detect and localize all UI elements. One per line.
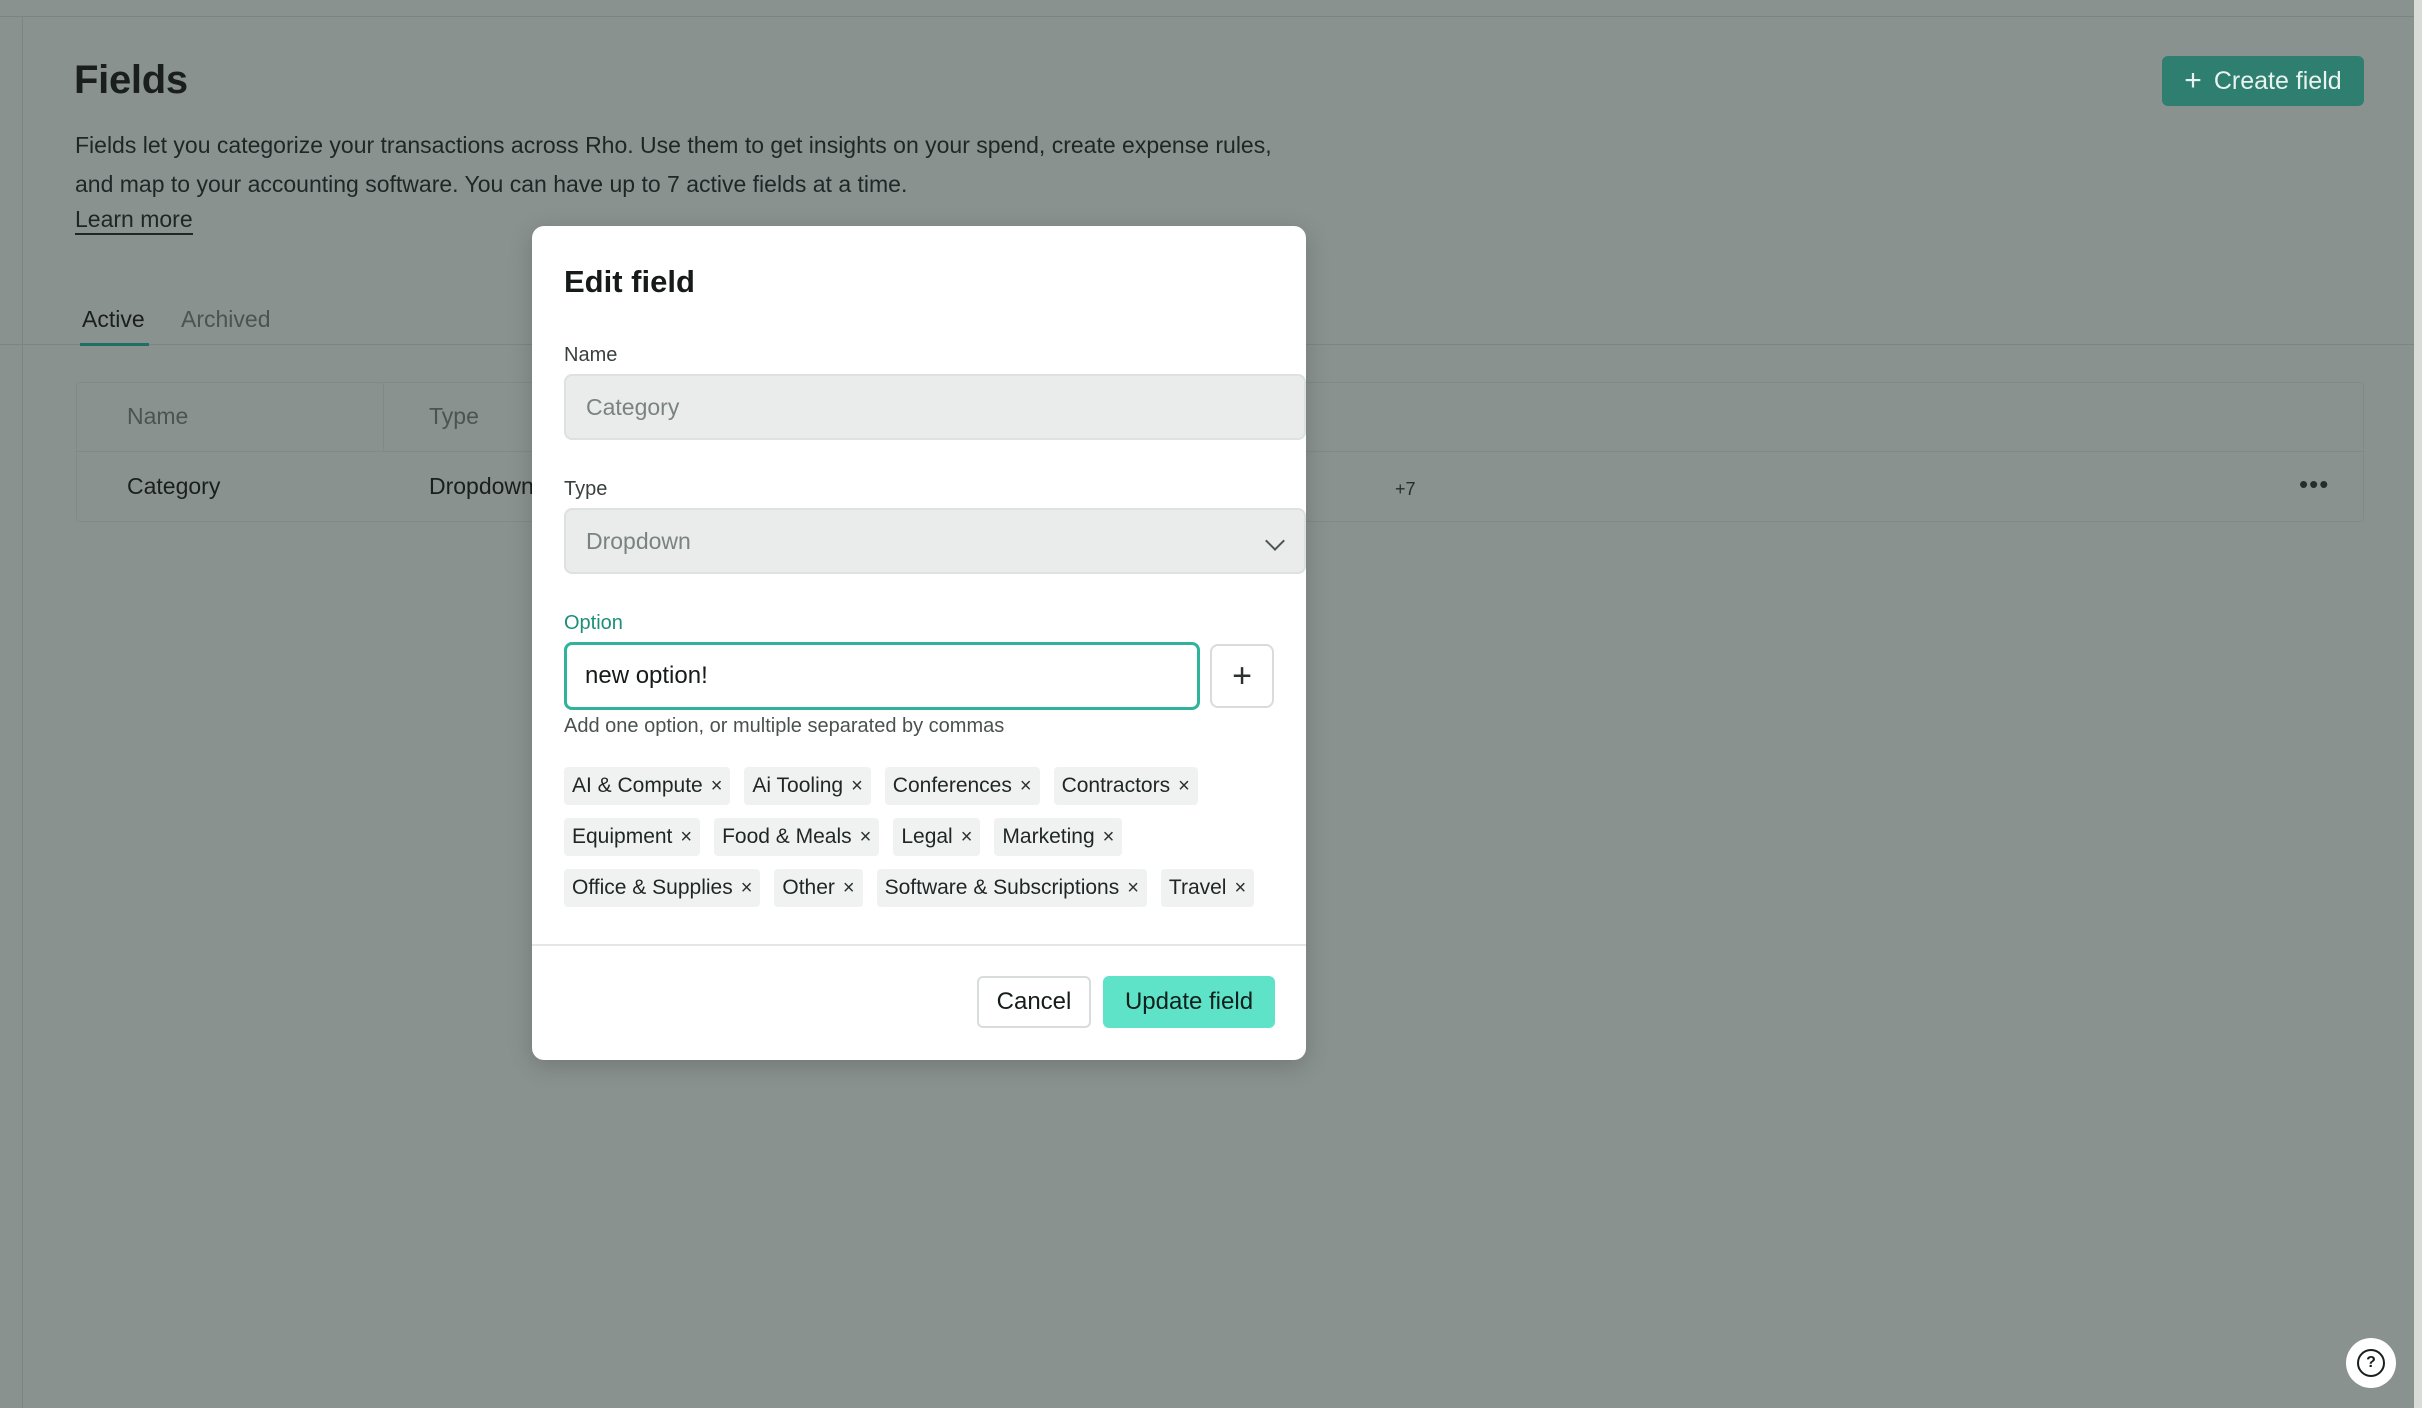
column-header-type: Type <box>429 403 479 429</box>
ellipsis-icon[interactable]: ••• <box>2299 469 2329 500</box>
chip-label: Other <box>782 876 835 899</box>
learn-more-link[interactable]: Learn more <box>75 205 193 235</box>
option-chip: Contractors × <box>1053 767 1198 805</box>
sidebar-edge <box>22 16 23 1408</box>
remove-chip-icon[interactable]: × <box>1103 826 1115 849</box>
remove-chip-icon[interactable]: × <box>711 775 723 798</box>
page-title: Fields <box>74 58 188 102</box>
cancel-button[interactable]: Cancel <box>977 976 1091 1028</box>
chevron-down-icon <box>1265 531 1285 551</box>
top-bar <box>0 0 2422 17</box>
option-chip: Equipment × <box>564 818 701 856</box>
chip-label: Contractors <box>1061 774 1171 797</box>
chip-label: AI & Compute <box>572 774 703 797</box>
more-options-badge: +7 <box>1395 479 1416 499</box>
option-hint: Add one option, or multiple separated by… <box>564 715 1005 737</box>
name-label: Name <box>564 344 618 366</box>
remove-chip-icon[interactable]: × <box>680 826 692 849</box>
chip-label: Equipment <box>572 825 673 848</box>
tab-archived[interactable]: Archived <box>181 306 270 343</box>
question-circle-icon: ? <box>2357 1349 2385 1377</box>
option-chip: Ai Tooling × <box>744 767 871 805</box>
type-value: Dropdown <box>586 527 691 554</box>
row-type-cell: Dropdown <box>429 473 534 499</box>
type-label: Type <box>564 478 608 500</box>
column-divider <box>383 383 384 451</box>
name-field[interactable]: Category <box>564 374 1306 440</box>
tab-active[interactable]: Active <box>80 306 149 346</box>
remove-chip-icon[interactable]: × <box>1020 775 1032 798</box>
chip-row: Office & Supplies × Other × Software & Sub… <box>564 869 1255 907</box>
chip-label: Office & Supplies <box>572 876 733 899</box>
edit-field-dialog: Edit field Name Category Type Dropdown O… <box>532 226 1306 1060</box>
option-chip: Software & Subscriptions × <box>876 869 1147 907</box>
option-chip: Marketing × <box>994 818 1123 856</box>
chip-label: Legal <box>901 825 953 848</box>
create-field-label: Create field <box>2213 66 2342 95</box>
footer-divider <box>532 944 1306 946</box>
row-name-cell: Category <box>127 473 221 499</box>
plus-icon: + <box>1232 656 1252 695</box>
chip-label: Conferences <box>892 774 1012 797</box>
remove-chip-icon[interactable]: × <box>860 826 872 849</box>
page-description: Fields let you categorize your transacti… <box>75 132 1272 197</box>
chip-label: Ai Tooling <box>752 774 844 797</box>
option-chip: AI & Compute × <box>564 767 731 805</box>
plus-icon: + <box>2184 64 2202 97</box>
add-option-button[interactable]: + <box>1210 644 1274 708</box>
column-header-name: Name <box>127 403 189 429</box>
window-edge <box>2414 0 2422 1408</box>
remove-chip-icon[interactable]: × <box>1127 877 1139 900</box>
chip-label: Travel <box>1168 876 1227 899</box>
option-input[interactable] <box>564 642 1200 710</box>
chip-label: Software & Subscriptions <box>884 876 1120 899</box>
option-chip: Travel × <box>1160 869 1255 907</box>
option-chip: Food & Meals × <box>714 818 880 856</box>
chip-row: AI & Compute × Ai Tooling × Conferences × C… <box>564 767 1198 805</box>
remove-chip-icon[interactable]: × <box>1178 775 1190 798</box>
chip-label: Marketing <box>1002 825 1095 848</box>
create-field-button[interactable]: + Create field <box>2162 56 2364 106</box>
remove-chip-icon[interactable]: × <box>741 877 753 900</box>
option-chip: Office & Supplies × <box>564 869 761 907</box>
option-chip: Legal × <box>893 818 981 856</box>
dialog-title: Edit field <box>564 264 695 299</box>
remove-chip-icon[interactable]: × <box>843 877 855 900</box>
remove-chip-icon[interactable]: × <box>851 775 863 798</box>
option-label: Option <box>564 612 623 634</box>
chip-row: Equipment × Food & Meals × Legal × Marketin… <box>564 818 1123 856</box>
remove-chip-icon[interactable]: × <box>961 826 973 849</box>
name-value: Category <box>586 393 680 420</box>
type-select[interactable]: Dropdown <box>564 508 1306 574</box>
chip-label: Food & Meals <box>722 825 852 848</box>
update-field-button[interactable]: Update field <box>1103 976 1275 1028</box>
option-chip: Other × <box>774 869 863 907</box>
remove-chip-icon[interactable]: × <box>1234 877 1246 900</box>
help-button[interactable]: ? <box>2346 1338 2396 1388</box>
option-chip: Conferences × <box>884 767 1040 805</box>
app-root: Fields + Create field Fields let you cat… <box>0 0 2422 1408</box>
